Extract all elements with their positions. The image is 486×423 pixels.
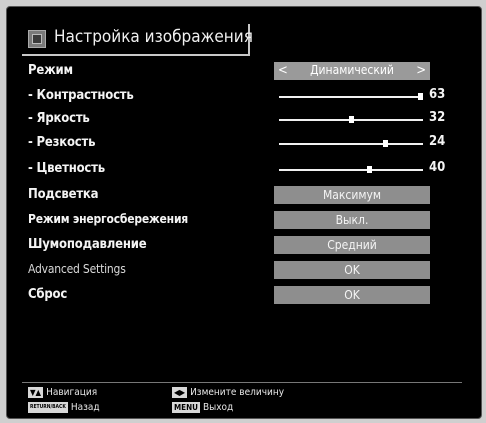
mode-value: Динамический — [310, 63, 394, 77]
sharpness-slider-knob[interactable] — [383, 140, 389, 147]
backlight-value-button[interactable]: Максимум — [274, 186, 430, 204]
noise-reduction-value-button[interactable]: Средний — [274, 236, 430, 254]
change-hint: ◀▶ Измените величину — [172, 387, 284, 398]
arrow-down-up-icon: ▼▲ — [28, 387, 44, 398]
advanced-settings-row[interactable]: Advanced Settings OK — [28, 261, 448, 281]
picture-settings-icon — [28, 30, 46, 48]
sharpness-value: 24 — [429, 134, 446, 149]
brightness-row[interactable]: - Яркость 32 — [28, 110, 448, 130]
back-hint: RETURN/BACK Назад — [28, 402, 100, 413]
menu-key: MENU — [172, 402, 200, 413]
power-save-value-button[interactable]: Выкл. — [274, 211, 430, 229]
contrast-value: 63 — [429, 87, 446, 102]
reset-row[interactable]: Сброс OK — [28, 286, 448, 306]
color-row[interactable]: - Цветность 40 — [28, 160, 448, 180]
backlight-label: Подсветка — [28, 187, 99, 202]
sharpness-slider-track[interactable] — [279, 143, 423, 145]
sharpness-label: - Резкость — [28, 135, 96, 150]
sharpness-row[interactable]: - Резкость 24 — [28, 134, 448, 154]
chevron-right-icon[interactable]: > — [416, 63, 426, 78]
back-hint-label: Назад — [70, 402, 100, 413]
power-save-row[interactable]: Режим энергосбережения Выкл. — [28, 211, 448, 231]
brightness-label: - Яркость — [28, 111, 90, 126]
nav-hint: ▼▲ Навигация — [28, 387, 97, 398]
contrast-slider-knob[interactable] — [418, 93, 423, 100]
contrast-label: - Контрастность — [28, 88, 134, 103]
mode-selector[interactable]: < Динамический > — [274, 62, 430, 80]
brightness-slider-knob[interactable] — [348, 116, 354, 123]
advanced-settings-label: Advanced Settings — [28, 262, 126, 276]
advanced-settings-ok-button[interactable]: OK — [274, 261, 430, 279]
mode-row[interactable]: Режим < Динамический > — [28, 62, 448, 82]
power-save-label: Режим энергосбережения — [28, 212, 189, 226]
menu-title: Настройка изображения — [54, 27, 253, 47]
mode-label: Режим — [28, 63, 73, 78]
contrast-slider-track[interactable] — [279, 96, 423, 98]
menu-hint: MENU Выход — [172, 402, 233, 413]
change-hint-label: Измените величину — [190, 387, 285, 398]
color-value: 40 — [429, 160, 446, 175]
brightness-value: 32 — [429, 110, 446, 125]
reset-label: Сброс — [28, 287, 68, 302]
noise-reduction-label: Шумоподавление — [28, 237, 147, 252]
arrow-left-right-icon: ◀▶ — [172, 387, 188, 398]
contrast-row[interactable]: - Контрастность 63 — [28, 87, 448, 107]
footer-hints: ▼▲ Навигация ◀▶ Измените величину RETURN… — [22, 382, 462, 417]
color-label: - Цветность — [28, 161, 105, 176]
color-slider-knob[interactable] — [366, 166, 372, 173]
nav-hint-label: Навигация — [46, 387, 98, 398]
reset-ok-button[interactable]: OK — [274, 286, 430, 304]
noise-reduction-row[interactable]: Шумоподавление Средний — [28, 236, 448, 256]
menu-title-bar: Настройка изображения — [22, 24, 253, 56]
color-slider-track[interactable] — [279, 169, 423, 171]
backlight-row[interactable]: Подсветка Максимум — [28, 186, 448, 206]
return-back-key: RETURN/BACK — [28, 402, 68, 413]
menu-hint-label: Выход — [202, 402, 234, 413]
